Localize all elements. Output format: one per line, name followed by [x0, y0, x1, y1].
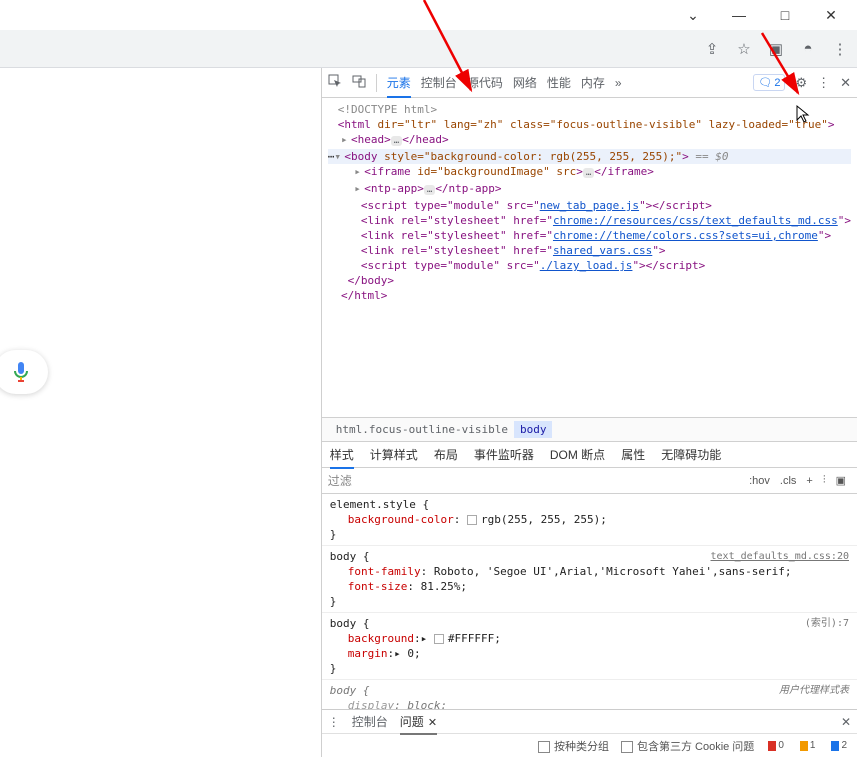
share-icon[interactable]: ⇪	[703, 40, 721, 58]
subtab-computed[interactable]: 计算样式	[370, 446, 418, 463]
group-by-kind-checkbox[interactable]: 按种类分组	[538, 738, 609, 754]
device-icon[interactable]	[352, 74, 366, 91]
tab-console[interactable]: 控制台	[421, 74, 457, 91]
style-rule-body-1[interactable]: text_defaults_md.css:20 body { font-fami…	[322, 546, 857, 613]
window-titlebar: ⌄ — □ ✕	[0, 0, 857, 30]
issues-badge[interactable]: 🗨 2	[753, 74, 785, 91]
inspect-icon[interactable]	[328, 74, 342, 91]
style-rule-body-2[interactable]: (索引):7 body { background:▸ #FFFFFF; marg…	[322, 613, 857, 680]
settings-gear-icon[interactable]: ⚙	[795, 75, 807, 91]
drawer-close-icon[interactable]: ✕	[841, 715, 851, 729]
side-panel-icon[interactable]: ▣	[767, 40, 785, 58]
tab-performance[interactable]: 性能	[547, 74, 571, 91]
hov-toggle[interactable]: :hov	[744, 475, 775, 487]
subtab-styles[interactable]: 样式	[330, 446, 354, 469]
maximize-button[interactable]: □	[763, 1, 807, 29]
devtools-panel: 元素 控制台 源代码 网络 性能 内存 » 🗨 2 ⚙ ⋮ ✕ <!DOCTYP…	[321, 68, 857, 757]
breadcrumb: html.focus-outline-visible body	[322, 417, 857, 441]
devtools-close-icon[interactable]: ✕	[840, 75, 851, 91]
stylesheet-link[interactable]: text_defaults_md.css:20	[711, 551, 849, 562]
filter-input[interactable]: 过滤	[328, 472, 352, 489]
avatar-icon[interactable]: ◓	[799, 40, 817, 58]
styles-filter-bar: 过滤 :hov .cls + ⫶ ▣	[322, 468, 857, 494]
include-third-party-checkbox[interactable]: 包含第三方 Cookie 问题	[621, 738, 754, 754]
browser-toolbar: ⇪ ☆ ▣ ◓ ⋮	[0, 30, 857, 68]
style-rule-element[interactable]: element.style { background-color: rgb(25…	[322, 494, 857, 546]
styles-pane[interactable]: element.style { background-color: rgb(25…	[322, 494, 857, 709]
error-count-badge[interactable]: 0	[766, 740, 786, 751]
cls-toggle[interactable]: .cls	[775, 475, 802, 487]
minimize-button[interactable]: —	[717, 1, 761, 29]
close-button[interactable]: ✕	[809, 1, 853, 29]
drawer-tab-issues[interactable]: 问题✕	[400, 713, 437, 735]
subtab-a11y[interactable]: 无障碍功能	[661, 446, 721, 463]
console-drawer: ⋮ 控制台 问题✕ ✕ 按种类分组 包含第三方 Cookie 问题 0 1 2	[322, 709, 857, 757]
subtab-properties[interactable]: 属性	[621, 446, 645, 463]
page-viewport	[0, 68, 321, 757]
mic-icon	[13, 361, 29, 383]
warning-count-badge[interactable]: 1	[798, 740, 818, 751]
breadcrumb-body[interactable]: body	[514, 421, 553, 438]
info-count-badge[interactable]: 2	[829, 740, 849, 751]
drawer-tab-console[interactable]: 控制台	[352, 713, 388, 730]
devtools-tabs: 元素 控制台 源代码 网络 性能 内存 » 🗨 2 ⚙ ⋮ ✕	[322, 68, 857, 98]
drawer-kebab-icon[interactable]: ⋮	[328, 715, 340, 729]
styles-subtabs: 样式 计算样式 布局 事件监听器 DOM 断点 属性 无障碍功能	[322, 441, 857, 468]
breadcrumb-html[interactable]: html.focus-outline-visible	[330, 421, 514, 438]
tab-memory[interactable]: 内存	[581, 74, 605, 91]
tab-elements[interactable]: 元素	[387, 74, 411, 98]
close-icon[interactable]: ✕	[428, 717, 437, 729]
subtab-dom-breakpoints[interactable]: DOM 断点	[550, 446, 605, 463]
styles-sidebar-toggle-icon[interactable]: ▣	[831, 474, 851, 487]
subtab-layout[interactable]: 布局	[434, 446, 458, 463]
new-style-rule-button[interactable]: +	[801, 475, 817, 487]
tab-sources[interactable]: 源代码	[467, 74, 503, 91]
chevron-down-icon[interactable]: ⌄	[671, 1, 715, 29]
devtools-kebab-icon[interactable]: ⋮	[817, 75, 830, 91]
issues-count: 2	[774, 77, 780, 89]
dom-tree[interactable]: <!DOCTYPE html> <html dir="ltr" lang="zh…	[322, 98, 857, 417]
styles-rendering-icon[interactable]: ⫶	[818, 474, 831, 487]
tab-more[interactable]: »	[615, 76, 622, 90]
star-icon[interactable]: ☆	[735, 40, 753, 58]
browser-menu-icon[interactable]: ⋮	[831, 40, 849, 58]
voice-search-button[interactable]	[0, 350, 48, 394]
tab-network[interactable]: 网络	[513, 74, 537, 91]
subtab-listeners[interactable]: 事件监听器	[474, 446, 534, 463]
style-rule-body-ua[interactable]: 用户代理样式表 body { display: block; margin:▸ …	[322, 680, 857, 709]
issues-icon: 🗨	[758, 76, 772, 89]
